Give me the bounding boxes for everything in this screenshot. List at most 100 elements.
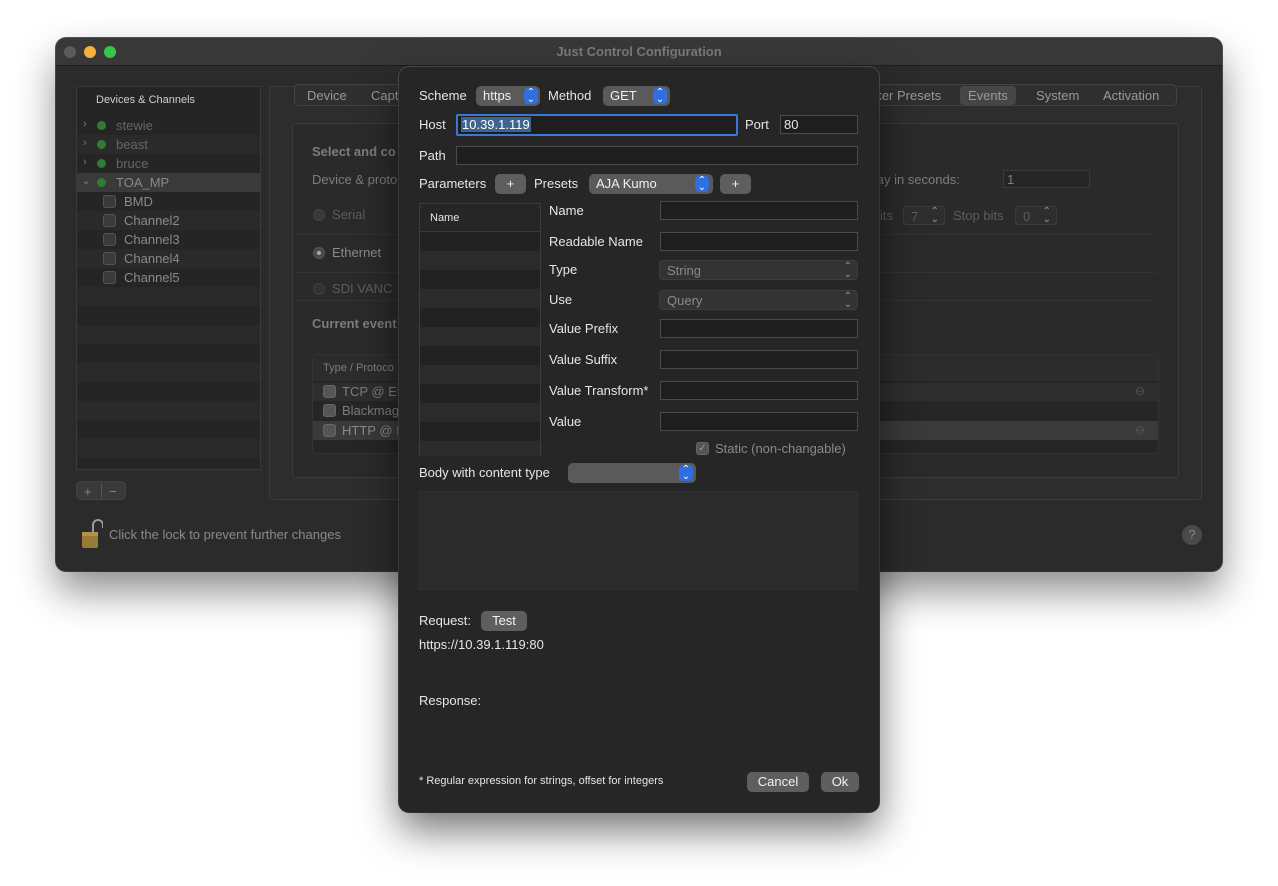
channel-checkbox[interactable] (103, 233, 116, 246)
method-select[interactable]: GET ⌃ ⌄ (603, 86, 670, 106)
unlocked-padlock-icon[interactable] (81, 518, 103, 550)
channel-checkbox[interactable] (103, 214, 116, 227)
readable-name-input[interactable] (660, 232, 858, 251)
tab-marker-presets[interactable]: rker Presets (871, 88, 941, 103)
device-label: stewie (116, 118, 153, 133)
serial-radio[interactable] (313, 209, 325, 221)
parameters-table[interactable]: Name (419, 203, 541, 456)
value-input[interactable] (660, 412, 858, 431)
scheme-value: https (483, 88, 512, 103)
data-bits-select[interactable]: 7 ⌃ ⌄ (903, 206, 945, 225)
use-select[interactable]: Query ⌃ ⌄ (659, 290, 858, 310)
sidebar-device-row[interactable]: › beast (77, 135, 260, 154)
value-prefix-input[interactable] (660, 319, 858, 338)
type-select[interactable]: String ⌃ ⌄ (659, 260, 858, 280)
channel-label: Channel4 (124, 251, 180, 266)
parameters-label: Parameters (419, 176, 487, 191)
table-row (420, 441, 540, 456)
tab-bar-left: Device Capt (294, 84, 404, 106)
add-preset-button[interactable]: + (720, 174, 751, 194)
channel-label: Channel3 (124, 232, 180, 247)
device-label: bruce (116, 156, 149, 171)
event-checkbox[interactable] (323, 404, 336, 417)
divider (101, 483, 102, 498)
value-suffix-label: Value Suffix (549, 352, 618, 367)
window-title: Just Control Configuration (556, 44, 722, 59)
event-checkbox[interactable] (323, 424, 336, 437)
value-suffix-input[interactable] (660, 350, 858, 369)
table-row (420, 327, 540, 346)
path-input[interactable] (456, 146, 858, 165)
presets-select[interactable]: AJA Kumo ⌃ ⌄ (589, 174, 713, 194)
delay-input[interactable]: 1 (1003, 170, 1090, 188)
method-label: Method (548, 88, 592, 103)
sidebar-device-row[interactable]: › stewie (77, 116, 260, 135)
readable-name-label: Readable Name (549, 234, 643, 249)
sidebar-channel-row[interactable]: Channel3 (77, 230, 260, 249)
chevron-updown-icon: ⌃ ⌄ (843, 261, 852, 280)
event-label: TCP @ Et (342, 384, 401, 399)
request-label: Request: (419, 613, 472, 628)
sidebar-channel-row[interactable]: Channel5 (77, 268, 260, 287)
value-prefix-label: Value Prefix (549, 321, 619, 336)
tab-events[interactable]: Events (960, 86, 1016, 105)
use-value: Query (667, 293, 703, 308)
cancel-button[interactable]: Cancel (747, 772, 809, 792)
event-checkbox[interactable] (323, 385, 336, 398)
help-button[interactable]: ? (1182, 525, 1202, 545)
channel-checkbox[interactable] (103, 271, 116, 284)
chevron-updown-icon: ⌃ ⌄ (843, 291, 852, 310)
stop-bits-select[interactable]: 0 ⌃ ⌄ (1015, 206, 1057, 225)
channel-label: Channel5 (124, 270, 180, 285)
sidebar-empty-row (77, 287, 260, 306)
chevron-right-icon[interactable]: › (83, 156, 87, 168)
content-type-select[interactable]: ⌃ ⌄ (568, 463, 696, 483)
sidebar-channel-row[interactable]: BMD (77, 192, 260, 211)
channel-checkbox[interactable] (103, 252, 116, 265)
lock-text: Click the lock to prevent further change… (109, 527, 341, 542)
sidebar-device-row-selected[interactable]: ⌄ TOA_MP (77, 173, 260, 192)
scheme-select[interactable]: https ⌃ ⌄ (476, 86, 540, 106)
http-request-dialog: Scheme https ⌃ ⌄ Method GET ⌃ ⌄ Host 10.39… (399, 67, 879, 812)
radio-dot (317, 251, 321, 255)
sidebar-device-row[interactable]: › bruce (77, 154, 260, 173)
sidebar-header: Devices & Channels (96, 94, 196, 106)
chevron-updown-icon: ⌃ ⌄ (679, 465, 693, 482)
path-label: Path (419, 148, 446, 163)
param-name-input[interactable] (660, 201, 858, 220)
host-value: 10.39.1.119 (461, 117, 531, 132)
param-name-label: Name (549, 203, 584, 218)
port-input[interactable]: 80 (780, 115, 858, 134)
chevron-updown-icon: ⌃ ⌄ (653, 88, 667, 105)
add-parameter-button[interactable]: + (495, 174, 526, 194)
sidebar-add-remove-control: + − (76, 481, 126, 500)
tab-activation[interactable]: Activation (1103, 88, 1159, 103)
host-input[interactable]: 10.39.1.119 (456, 114, 738, 136)
ok-button[interactable]: Ok (821, 772, 859, 792)
value-transform-input[interactable] (660, 381, 858, 400)
static-checkbox[interactable]: ✓ (696, 442, 709, 455)
remove-device-button[interactable]: − (109, 482, 117, 501)
ethernet-radio[interactable] (313, 247, 325, 259)
event-label: HTTP @ I (342, 423, 400, 438)
chevron-updown-icon: ⌃ ⌄ (1042, 206, 1051, 225)
sidebar-channel-row[interactable]: Channel2 (77, 211, 260, 230)
chevron-down-icon[interactable]: ⌄ (82, 176, 90, 187)
sdi-radio[interactable] (313, 283, 325, 295)
events-column-header: Type / Protoco (323, 362, 394, 374)
add-device-button[interactable]: + (84, 482, 92, 501)
tab-device[interactable]: Device (307, 88, 347, 103)
sidebar-channel-row[interactable]: Channel4 (77, 249, 260, 268)
chevron-right-icon[interactable]: › (83, 137, 87, 149)
tab-system[interactable]: System (1036, 88, 1079, 103)
body-textarea[interactable] (419, 491, 858, 590)
test-button[interactable]: Test (481, 611, 527, 631)
status-dot (97, 121, 106, 130)
devices-sidebar[interactable]: Devices & Channels › stewie › beast › br… (76, 86, 261, 470)
minus-circle-icon[interactable]: ⊖ (1135, 384, 1145, 398)
tab-capture[interactable]: Capt (371, 88, 398, 103)
chevron-right-icon[interactable]: › (83, 118, 87, 130)
type-label: Type (549, 262, 578, 277)
channel-checkbox[interactable] (103, 195, 116, 208)
minus-circle-icon[interactable]: ⊖ (1135, 423, 1145, 437)
